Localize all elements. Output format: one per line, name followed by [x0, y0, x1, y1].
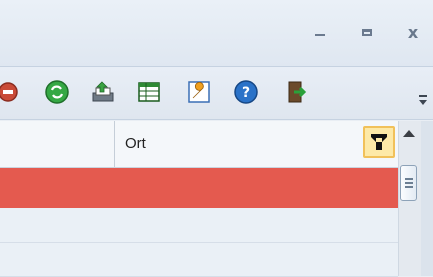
print-button[interactable]: [90, 79, 116, 105]
exit-icon: [288, 81, 307, 103]
toolbar: ?: [0, 67, 433, 120]
print-icon: [92, 81, 114, 102]
filter-icon: [371, 134, 387, 150]
refresh-button[interactable]: [44, 79, 70, 105]
table-row-selected[interactable]: [0, 168, 398, 208]
chevron-down-icon[interactable]: [418, 94, 430, 108]
table-button[interactable]: [136, 79, 162, 105]
table-row[interactable]: [0, 243, 398, 277]
title-bar: x: [0, 0, 433, 67]
maximize-icon: [362, 28, 372, 36]
exit-button[interactable]: [282, 79, 308, 105]
tools-icon: [188, 81, 210, 103]
refresh-icon: [45, 80, 69, 104]
tools-button[interactable]: [186, 79, 212, 105]
column-divider[interactable]: [114, 121, 115, 167]
svg-text:?: ?: [242, 85, 250, 101]
table-icon: [138, 82, 160, 102]
delete-icon: [0, 82, 18, 102]
delete-button[interactable]: [0, 79, 26, 105]
window-edge: [421, 121, 433, 276]
help-icon: ?: [234, 80, 258, 104]
scroll-thumb[interactable]: [400, 165, 417, 201]
close-button[interactable]: x: [399, 20, 427, 44]
grip-icon: [404, 178, 413, 188]
scroll-up-icon[interactable]: [403, 130, 415, 137]
maximize-button[interactable]: [353, 20, 381, 44]
column-header-ort[interactable]: Ort: [125, 135, 146, 152]
minimize-button[interactable]: [306, 20, 334, 44]
minimize-icon: [315, 34, 325, 36]
filter-button[interactable]: [363, 126, 395, 158]
grid-header: Ort: [0, 121, 398, 168]
help-button[interactable]: ?: [233, 79, 259, 105]
table-row[interactable]: [0, 208, 398, 243]
